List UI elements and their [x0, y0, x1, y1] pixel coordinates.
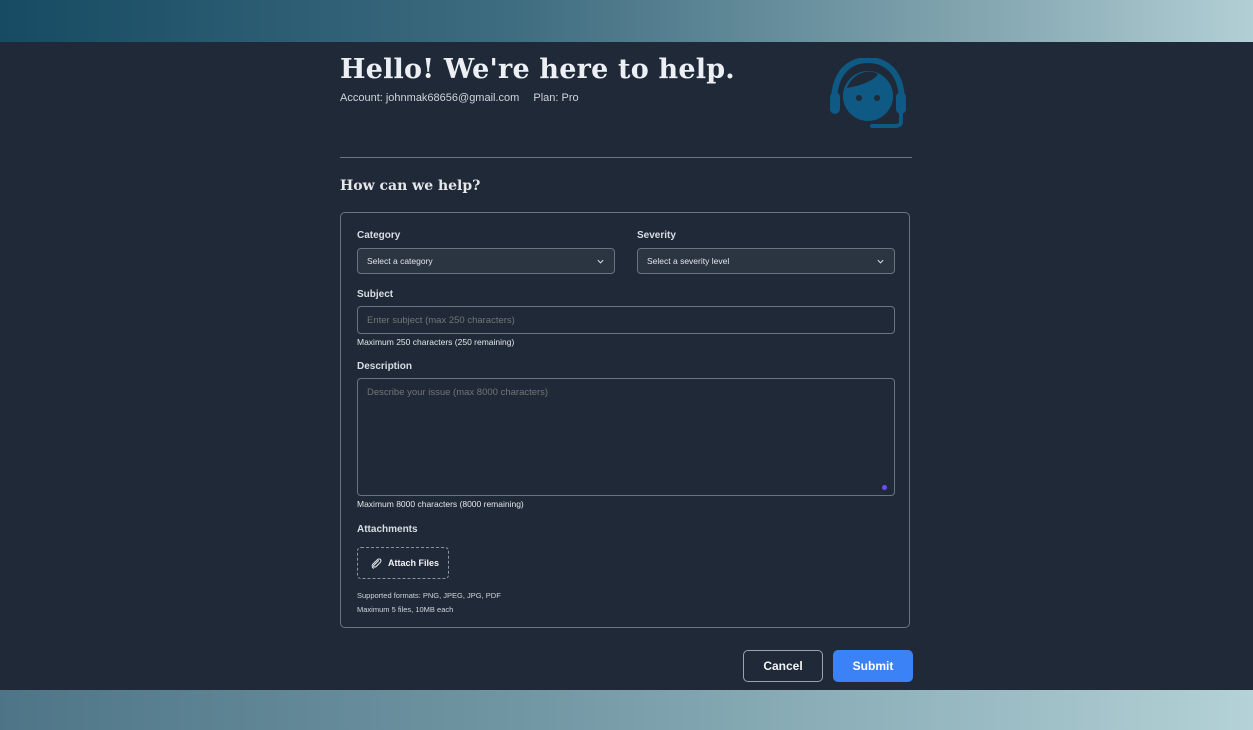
- attach-files-button[interactable]: Attach Files: [357, 547, 449, 579]
- bottom-gradient-band: [0, 690, 1253, 730]
- account-meta: Account: johnmak68656@gmail.com Plan: Pr…: [340, 92, 579, 104]
- category-select[interactable]: Select a category: [357, 248, 615, 274]
- support-form-card: Category Select a category Severity Sele…: [340, 212, 910, 628]
- attachments-label: Attachments: [357, 524, 418, 535]
- severity-label: Severity: [637, 230, 676, 241]
- chevron-down-icon: [877, 259, 884, 264]
- paperclip-icon: [371, 558, 382, 569]
- support-agent-icon: [830, 58, 906, 128]
- top-gradient-band: [0, 0, 1253, 42]
- plan-label: Plan: Pro: [533, 92, 579, 104]
- subject-label: Subject: [357, 289, 394, 300]
- category-label: Category: [357, 230, 401, 241]
- account-email: Account: johnmak68656@gmail.com: [340, 92, 520, 104]
- subject-input[interactable]: [357, 306, 895, 334]
- description-char-hint: Maximum 8000 characters (8000 remaining): [357, 499, 524, 509]
- supported-formats-text: Supported formats: PNG, JPEG, JPG, PDF: [357, 591, 501, 600]
- cancel-button[interactable]: Cancel: [743, 650, 823, 682]
- description-label: Description: [357, 361, 413, 372]
- chevron-down-icon: [597, 259, 604, 264]
- description-textarea[interactable]: [357, 378, 895, 496]
- file-limits-text: Maximum 5 files, 10MB each: [357, 605, 454, 614]
- description-wrapper: [357, 378, 895, 496]
- attach-files-label: Attach Files: [388, 558, 440, 568]
- category-select-value: Select a category: [367, 256, 433, 266]
- header-divider: [340, 157, 912, 158]
- page-title: Hello! We're here to help.: [340, 54, 735, 85]
- subject-char-hint: Maximum 250 characters (250 remaining): [357, 337, 515, 347]
- form-title: How can we help?: [340, 178, 481, 194]
- severity-select-value: Select a severity level: [647, 256, 730, 266]
- resize-handle[interactable]: [882, 485, 887, 490]
- severity-select[interactable]: Select a severity level: [637, 248, 895, 274]
- submit-button[interactable]: Submit: [833, 650, 913, 682]
